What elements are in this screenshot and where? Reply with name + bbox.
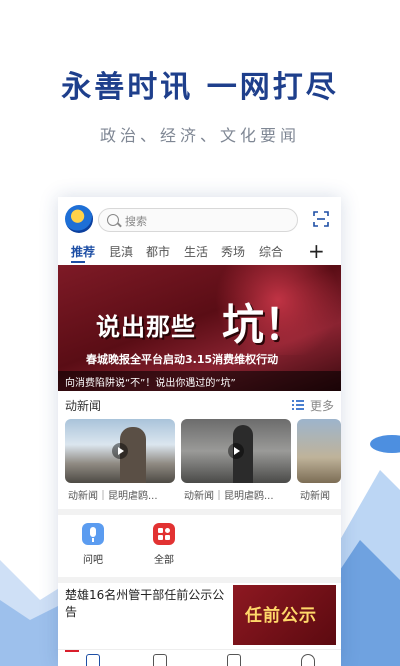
news-section-header: 动新闻 更多 xyxy=(58,391,341,417)
more-link[interactable]: 更多 xyxy=(310,397,334,414)
add-channel-button[interactable]: + xyxy=(308,239,325,263)
search-icon xyxy=(107,214,119,226)
app-preview: 搜索 推荐 昆滇 都市 生活 秀场 综合 + 说出那些 坑！ 春城晚报全平台启动… xyxy=(58,197,341,666)
scan-icon[interactable] xyxy=(313,211,329,227)
home-nav-icon[interactable] xyxy=(86,654,100,666)
video-card[interactable]: 动新闻｜昆明虐鸥... xyxy=(65,419,175,507)
tab-recommend[interactable]: 推荐 xyxy=(71,243,95,260)
shortcut-all[interactable]: 全部 xyxy=(144,523,184,566)
video-card[interactable]: 动新闻 xyxy=(297,419,341,507)
article-thumb-text: 任前公示 xyxy=(245,606,317,626)
video-carousel: 动新闻｜昆明虐鸥... 动新闻｜昆明虐鸥... 动新闻 xyxy=(58,419,341,507)
article-title: 楚雄16名州管干部任前公示公告 xyxy=(65,588,225,619)
grid-icon xyxy=(153,523,175,545)
banner-subtitle: 春城晚报全平台启动3.15消费维权行动 xyxy=(86,353,279,366)
banner-caption-bar: 向消费陷阱说“不”！说出你遇过的“坑” xyxy=(58,371,341,391)
banner-title: 说出那些 xyxy=(96,313,196,341)
search-input[interactable]: 搜索 xyxy=(98,208,298,232)
play-icon xyxy=(228,443,244,459)
shortcut-bar: 问吧 全部 xyxy=(58,515,341,577)
channel-tabs: 推荐 昆滇 都市 生活 秀场 综合 + xyxy=(58,239,341,265)
active-tab-underline xyxy=(71,261,85,263)
video-thumbnail xyxy=(181,419,291,483)
top-bar: 搜索 xyxy=(58,197,341,239)
video-nav-icon[interactable] xyxy=(153,654,167,666)
bottom-nav xyxy=(58,649,341,666)
shortcut-label: 全部 xyxy=(154,555,174,566)
tab-general[interactable]: 综合 xyxy=(259,243,283,260)
article-item[interactable]: 楚雄16名州管干部任前公示公告 任前公示 xyxy=(58,583,341,647)
headline-banner[interactable]: 说出那些 坑！ 春城晚报全平台启动3.15消费维权行动 向消费陷阱说“不”！说出… xyxy=(58,265,341,391)
post-nav-icon[interactable] xyxy=(227,654,241,666)
shortcut-ask[interactable]: 问吧 xyxy=(73,523,113,566)
active-nav-indicator xyxy=(65,650,79,652)
article-thumbnail: 任前公示 xyxy=(233,585,336,645)
video-thumbnail xyxy=(65,419,175,483)
microphone-icon xyxy=(82,523,104,545)
app-logo-icon xyxy=(65,205,93,233)
banner-caption: 向消费陷阱说“不”！说出你遇过的“坑” xyxy=(65,378,236,389)
tab-life[interactable]: 生活 xyxy=(184,243,208,260)
tab-kundian[interactable]: 昆滇 xyxy=(109,243,133,260)
list-icon[interactable] xyxy=(292,400,304,410)
video-caption: 动新闻｜昆明虐鸥... xyxy=(184,491,274,502)
promo-subline: 政治、经济、文化要闻 xyxy=(99,126,300,145)
profile-nav-icon[interactable] xyxy=(301,654,315,666)
search-placeholder: 搜索 xyxy=(125,215,147,228)
banner-big-char: 坑！ xyxy=(222,300,307,349)
promo-headline: 永善时讯 一网打尽 xyxy=(61,70,339,105)
section-title: 动新闻 xyxy=(65,399,102,413)
play-icon xyxy=(112,443,128,459)
video-caption: 动新闻 xyxy=(300,491,330,502)
tab-show[interactable]: 秀场 xyxy=(221,243,245,260)
tab-city[interactable]: 都市 xyxy=(146,243,170,260)
video-thumbnail xyxy=(297,419,341,483)
video-card[interactable]: 动新闻｜昆明虐鸥... xyxy=(181,419,291,507)
video-caption: 动新闻｜昆明虐鸥... xyxy=(68,491,158,502)
shortcut-label: 问吧 xyxy=(83,555,103,566)
